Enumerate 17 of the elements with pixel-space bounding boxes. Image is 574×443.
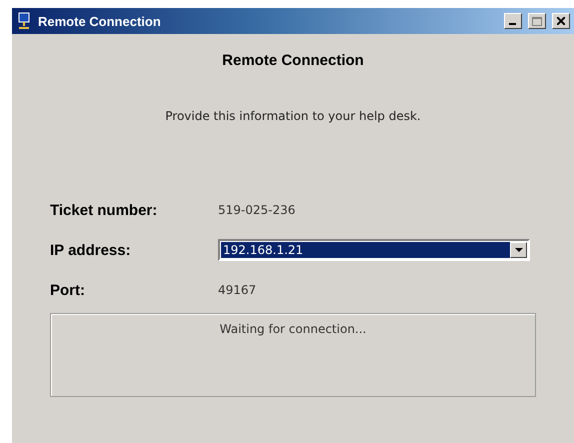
field-label: IP address: [50, 242, 132, 258]
maximize-button[interactable] [528, 13, 546, 29]
field-value: 519-025-236 [218, 203, 296, 217]
close-button[interactable] [552, 13, 570, 29]
field-label: Port: [50, 282, 86, 298]
close-icon [557, 17, 565, 25]
ip-address-dropdown[interactable]: 192.168.1.21 [218, 239, 530, 261]
field-label: Ticket number: [50, 202, 158, 218]
minimize-button[interactable] [504, 13, 522, 29]
dialog-heading: Remote Connection [222, 52, 364, 69]
selected-value[interactable]: 192.168.1.21 [221, 242, 510, 258]
status-panel: Waiting for connection... [50, 313, 536, 397]
field-value: 49167 [218, 283, 256, 297]
instruction-text: Provide this information to your help desk. [165, 109, 421, 123]
maximize-icon [532, 16, 542, 26]
computer-icon [16, 12, 32, 30]
window-title: Remote Connection [38, 14, 162, 28]
